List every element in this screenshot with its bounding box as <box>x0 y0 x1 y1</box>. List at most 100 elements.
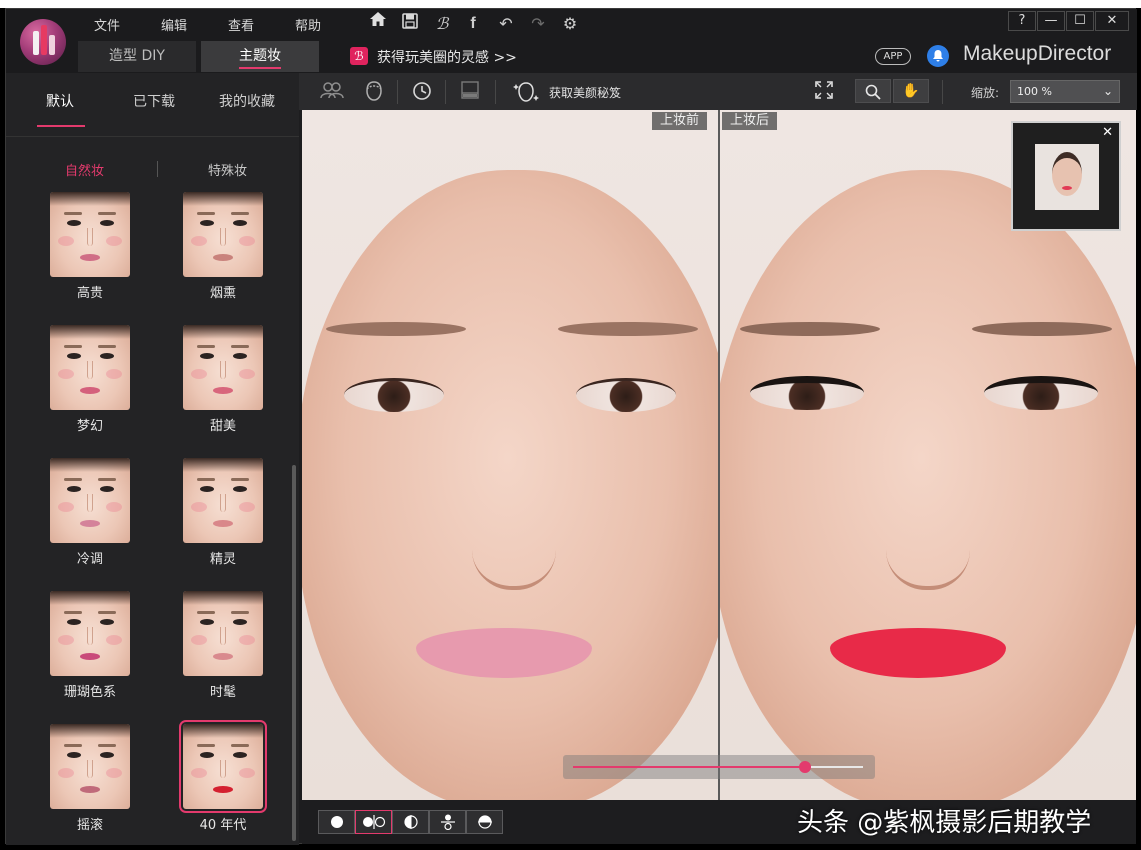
menu-file[interactable]: 文件 <box>94 15 120 34</box>
toolbar-separator <box>942 80 943 104</box>
before-lips <box>416 628 592 678</box>
undo-icon[interactable]: ↶ <box>495 13 517 35</box>
look-label: 甜美 <box>209 419 236 434</box>
subtab-natural[interactable]: 自然妆 <box>65 160 104 179</box>
beauty-circle-badge-icon: ℬ <box>350 47 368 65</box>
look-thumbnail <box>50 325 130 410</box>
tab-favorites[interactable]: 我的收藏 <box>219 91 275 111</box>
compare-divider[interactable] <box>718 110 720 800</box>
menu-view[interactable]: 查看 <box>228 15 254 34</box>
look-label: 珊瑚色系 <box>63 685 116 700</box>
looks-scrollbar[interactable] <box>292 465 296 841</box>
zoom-select[interactable]: 100 % ⌄ <box>1010 80 1120 103</box>
split-horizontal-button[interactable] <box>466 810 503 834</box>
look-item[interactable]: 珊瑚色系 <box>49 591 131 700</box>
tab-underline <box>239 67 281 69</box>
look-item[interactable]: 精灵 <box>182 458 264 567</box>
subtab-special[interactable]: 特殊妆 <box>208 160 247 179</box>
look-thumbnail <box>50 724 130 809</box>
circle-icon <box>330 816 343 828</box>
look-label: 高贵 <box>76 286 103 301</box>
face-outline-icon[interactable] <box>362 81 386 103</box>
look-item[interactable]: 甜美 <box>182 325 264 434</box>
minimize-button[interactable]: — <box>1037 11 1065 31</box>
look-item[interactable]: 摇滚 <box>49 724 131 833</box>
after-label: 上妆后 <box>722 112 778 130</box>
maximize-button[interactable]: ☐ <box>1066 11 1094 31</box>
close-button[interactable]: ✕ <box>1095 11 1129 31</box>
navigator-thumbnail[interactable]: ✕ <box>1011 121 1121 231</box>
tab-default[interactable]: 默认 <box>46 91 74 111</box>
split-vertical-icon <box>403 815 418 829</box>
menu-edit[interactable]: 编辑 <box>161 15 187 34</box>
app-button[interactable]: APP <box>875 48 911 65</box>
single-view-button[interactable] <box>318 810 355 834</box>
side-by-side-button[interactable] <box>355 810 392 834</box>
tab-theme-makeup[interactable]: 主题妆 <box>201 41 319 72</box>
side-by-side-icon <box>362 815 385 829</box>
look-label: 精灵 <box>209 552 236 567</box>
intensity-slider[interactable] <box>563 755 875 779</box>
settings-icon[interactable]: ⚙ <box>559 13 581 35</box>
home-icon[interactable] <box>365 11 391 37</box>
close-icon[interactable]: ✕ <box>1102 125 1113 140</box>
before-right-eye <box>576 378 676 412</box>
hand-icon: ✋ <box>902 83 920 99</box>
canvas-toolbar: 获取美颜秘笈 ✋ 缩放: 100 % ⌄ <box>299 73 1137 110</box>
app-window: 文件 编辑 查看 帮助 ℬ f ↶ ↷ ⚙ ? — ☐ ✕ 造型 DIY 主题妆 <box>5 8 1137 845</box>
look-thumbnail <box>183 192 263 277</box>
look-label: 烟熏 <box>209 286 236 301</box>
menu-help[interactable]: 帮助 <box>295 15 321 34</box>
look-label: 梦幻 <box>76 419 103 434</box>
pan-tool-button[interactable]: ✋ <box>893 79 929 103</box>
notification-bell-icon[interactable] <box>927 45 949 67</box>
stack-vertical-icon <box>440 814 455 831</box>
history-icon[interactable] <box>410 81 434 103</box>
beauty-circle-icon[interactable]: ℬ <box>431 13 453 35</box>
after-face <box>720 170 1136 800</box>
look-item[interactable]: 40 年代 <box>179 720 267 833</box>
look-item[interactable]: 烟熏 <box>182 192 264 301</box>
tab-downloaded[interactable]: 已下载 <box>133 91 175 111</box>
tab-theme-makeup-label: 主题妆 <box>239 48 281 64</box>
tab-default-underline <box>37 125 85 127</box>
before-view: 上妆前 <box>302 110 718 800</box>
looks-panel: 默认 已下载 我的收藏 自然妆 特殊妆 高贵 烟熏梦幻 甜美冷调 精灵珊瑚色系 时髦摇滚… <box>6 73 299 845</box>
promo-link[interactable]: 获得玩美圈的灵感 >> <box>377 47 517 67</box>
slider-handle[interactable] <box>799 761 811 773</box>
look-label: 摇滚 <box>76 818 103 833</box>
toolbar-separator <box>397 80 398 104</box>
tab-diy[interactable]: 造型 DIY <box>78 41 196 72</box>
look-item[interactable]: 冷调 <box>49 458 131 567</box>
beauty-tips-icon[interactable] <box>511 81 541 103</box>
look-label: 冷调 <box>76 552 103 567</box>
zoom-label: 缩放: <box>971 86 1000 100</box>
look-item[interactable]: 高贵 <box>49 192 131 301</box>
top-strip <box>0 0 1141 8</box>
split-view-icon[interactable] <box>458 81 482 103</box>
facebook-icon[interactable]: f <box>462 13 484 35</box>
split-vertical-button[interactable] <box>392 810 429 834</box>
zoom-value: 100 % <box>1017 85 1052 98</box>
look-thumbnail <box>183 325 263 410</box>
brand-name: MakeupDirector <box>963 42 1112 65</box>
stack-vertical-button[interactable] <box>429 810 466 834</box>
zoom-tool-button[interactable] <box>855 79 891 103</box>
before-label: 上妆前 <box>652 112 708 130</box>
app-root: 文件 编辑 查看 帮助 ℬ f ↶ ↷ ⚙ ? — ☐ ✕ 造型 DIY 主题妆 <box>0 0 1141 850</box>
split-horizontal-icon <box>477 815 492 829</box>
help-button[interactable]: ? <box>1008 11 1036 31</box>
photo-canvas[interactable]: 上妆前 上妆后 ✕ <box>302 110 1136 800</box>
fit-screen-icon[interactable] <box>812 81 836 103</box>
subtab-divider <box>157 161 158 177</box>
look-item[interactable]: 梦幻 <box>49 325 131 434</box>
save-icon[interactable] <box>399 13 421 35</box>
look-thumbnail <box>179 720 267 813</box>
compare-faces-icon[interactable] <box>320 81 344 103</box>
redo-icon[interactable]: ↷ <box>527 13 549 35</box>
look-thumbnail <box>50 458 130 543</box>
title-bar: 文件 编辑 查看 帮助 ℬ f ↶ ↷ ⚙ ? — ☐ ✕ 造型 DIY 主题妆 <box>6 9 1137 73</box>
beauty-tips-link[interactable]: 获取美颜秘笈 <box>549 84 621 101</box>
look-item[interactable]: 时髦 <box>182 591 264 700</box>
chevron-down-icon: ⌄ <box>1102 84 1113 98</box>
